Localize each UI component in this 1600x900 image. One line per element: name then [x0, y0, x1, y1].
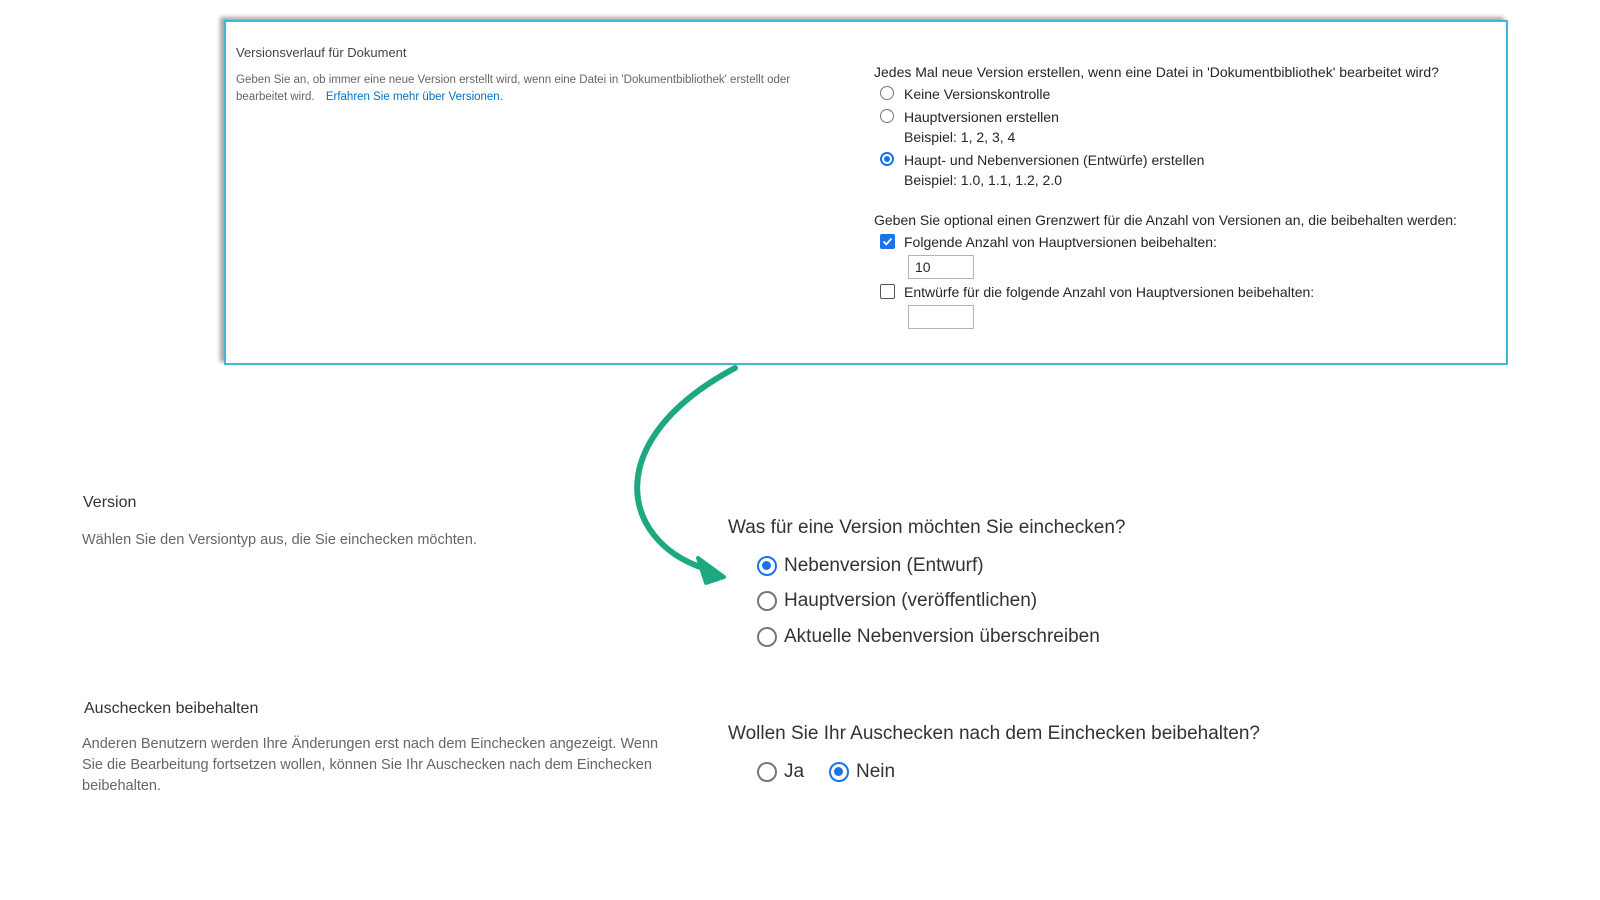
- option-yes-label: Ja: [784, 761, 805, 782]
- versioning-settings-panel: Versionsverlauf für Dokument Geben Sie a…: [224, 20, 1508, 365]
- learn-more-link[interactable]: Erfahren Sie mehr über Versionen.: [326, 91, 503, 103]
- option-major-versions-label: Hauptversionen erstellen: [904, 109, 1059, 125]
- panel-description-text: Geben Sie an, ob immer eine neue Version…: [236, 74, 791, 103]
- panel-description: Geben Sie an, ob immer eine neue Version…: [236, 72, 821, 106]
- checkout-section-description: Anderen Benutzern werden Ihre Änderungen…: [82, 736, 659, 794]
- option-minor-version[interactable]: Nebenversion (Entwurf): [757, 554, 984, 578]
- versioning-question: Jedes Mal neue Version erstellen, wenn e…: [874, 64, 1439, 80]
- radio-major-versions[interactable]: [880, 109, 894, 123]
- option-major-version[interactable]: Hauptversion (veröffentlichen): [757, 589, 1037, 613]
- checkout-question: Wollen Sie Ihr Auschecken nach dem Einch…: [728, 723, 1260, 744]
- option-minor-version-label: Nebenversion (Entwurf): [784, 555, 984, 576]
- option-major-minor-versions-example: Beispiel: 1.0, 1.1, 1.2, 2.0: [904, 172, 1062, 188]
- version-section-label: Version: [83, 494, 137, 511]
- option-major-minor-versions-label: Haupt- und Nebenversionen (Entwürfe) ers…: [904, 152, 1205, 168]
- option-overwrite-minor-version-label: Aktuelle Nebenversion überschreiben: [784, 626, 1100, 647]
- option-major-versions[interactable]: Hauptversionen erstellen: [874, 107, 1504, 127]
- version-section-description: Wählen Sie den Versiontyp aus, die Sie e…: [82, 532, 477, 548]
- option-major-minor-versions[interactable]: Haupt- und Nebenversionen (Entwürfe) ers…: [874, 150, 1504, 170]
- option-major-versions-example: Beispiel: 1, 2, 3, 4: [904, 129, 1016, 145]
- versioning-options: Jedes Mal neue Version erstellen, wenn e…: [874, 62, 1504, 329]
- checkout-section-label: Auschecken beibehalten: [84, 700, 259, 717]
- option-no-label: Nein: [856, 761, 896, 782]
- radio-yes[interactable]: [757, 762, 777, 782]
- keep-major-versions-label: Folgende Anzahl von Hauptversionen beibe…: [904, 234, 1217, 250]
- option-no-versioning[interactable]: Keine Versionskontrolle: [874, 84, 1504, 104]
- keep-drafts-checkbox[interactable]: [880, 284, 895, 299]
- page: Versionsverlauf für Dokument Geben Sie a…: [0, 0, 1600, 900]
- radio-minor-version[interactable]: [757, 556, 777, 576]
- keep-drafts-option[interactable]: Entwürfe für die folgende Anzahl von Hau…: [874, 282, 1504, 302]
- option-major-version-label: Hauptversion (veröffentlichen): [784, 590, 1038, 611]
- version-limit-text: Geben Sie optional einen Grenzwert für d…: [874, 212, 1457, 228]
- radio-no-versioning[interactable]: [880, 86, 894, 100]
- keep-major-versions-checkbox[interactable]: [880, 234, 895, 249]
- panel-title: Versionsverlauf für Dokument: [236, 45, 407, 60]
- version-question: Was für eine Version möchten Sie einchec…: [728, 517, 1126, 538]
- option-yes[interactable]: Ja: [757, 760, 804, 784]
- checkmark-icon: [882, 237, 893, 246]
- keep-drafts-label: Entwürfe für die folgende Anzahl von Hau…: [904, 284, 1315, 300]
- radio-major-version[interactable]: [757, 591, 777, 611]
- radio-overwrite-minor-version[interactable]: [757, 627, 777, 647]
- keep-drafts-input[interactable]: [908, 305, 974, 329]
- option-no[interactable]: Nein: [829, 760, 895, 784]
- keep-major-versions-option[interactable]: Folgende Anzahl von Hauptversionen beibe…: [874, 232, 1504, 252]
- option-no-versioning-label: Keine Versionskontrolle: [904, 86, 1051, 102]
- option-overwrite-minor-version[interactable]: Aktuelle Nebenversion überschreiben: [757, 625, 1100, 649]
- radio-no[interactable]: [829, 762, 849, 782]
- keep-major-versions-input[interactable]: [908, 255, 974, 279]
- radio-major-minor-versions[interactable]: [880, 152, 894, 166]
